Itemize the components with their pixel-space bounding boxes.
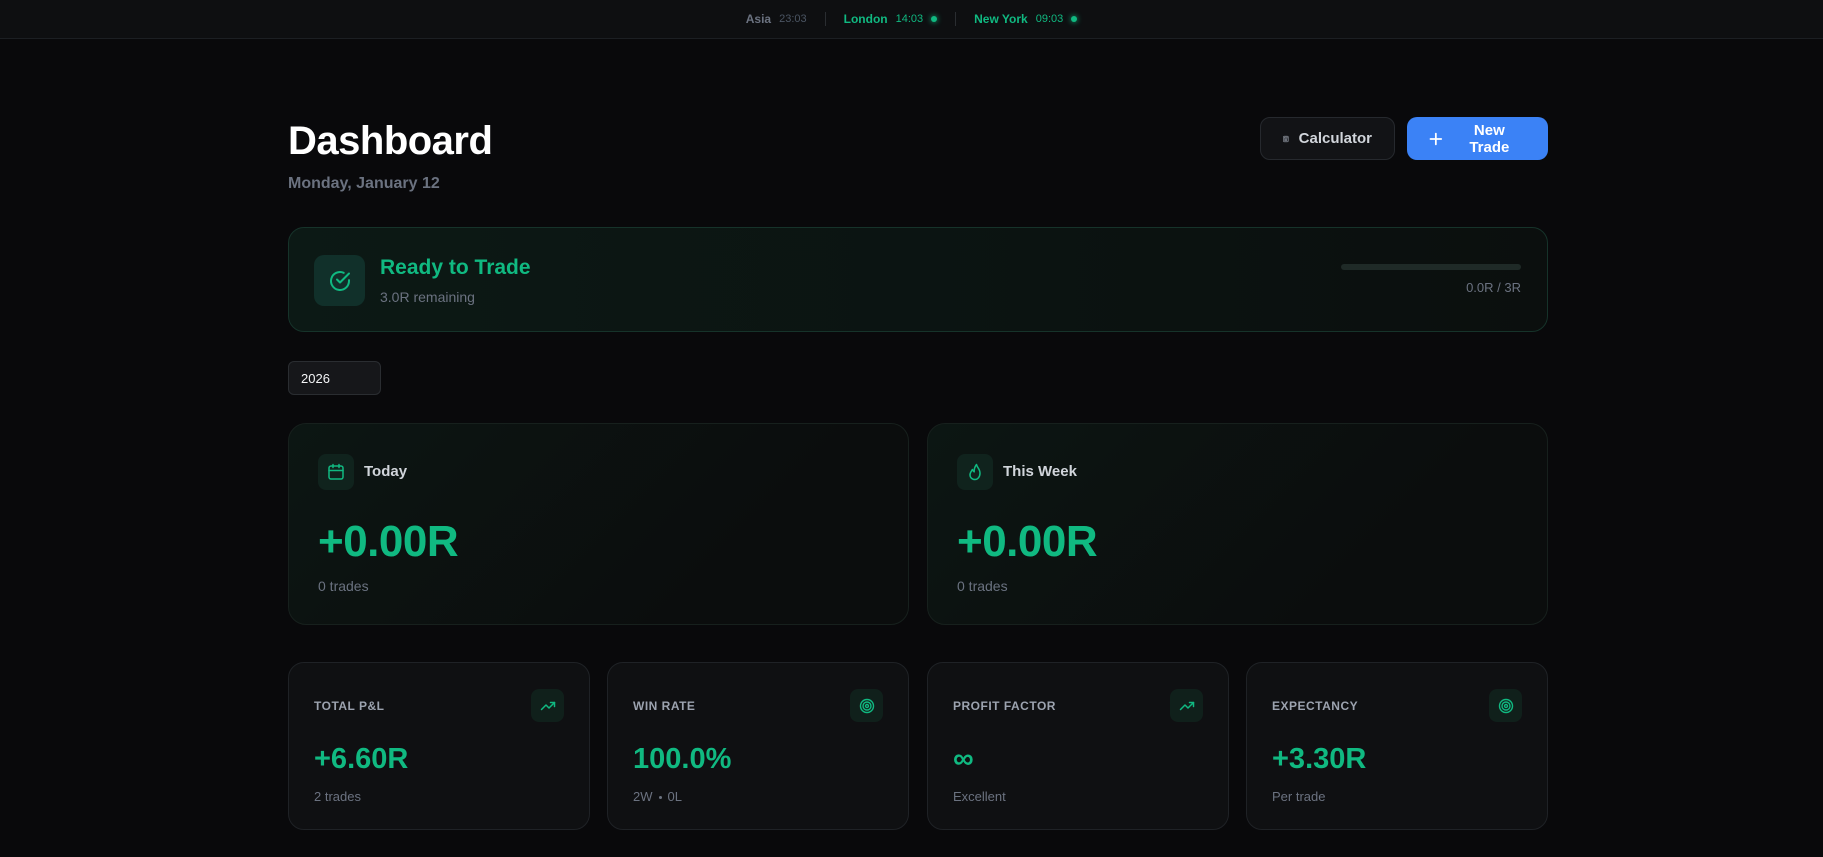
stat-value: ∞ <box>953 743 974 775</box>
target-icon <box>1498 698 1513 713</box>
risk-progress-bar <box>1341 264 1521 270</box>
trending-up-icon <box>540 701 555 710</box>
status-remaining: 3.0R remaining <box>380 289 475 305</box>
page-header: Dashboard Monday, January 12 Calculator <box>288 117 1548 207</box>
this-week-card: This Week +0.00R 0 trades <box>927 423 1548 625</box>
session-name: London <box>843 12 888 26</box>
stat-sub: Per trade <box>1272 789 1326 804</box>
stat-sub: Excellent <box>953 789 1006 804</box>
today-card: Today +0.00R 0 trades <box>288 423 909 625</box>
session-name: Asia <box>745 12 772 26</box>
win-rate-card: WIN RATE 100.0% 2W 0L <box>607 662 909 830</box>
risk-ratio: 0.0R / 3R <box>1466 280 1521 295</box>
expectancy-card: EXPECTANCY +3.30R Per trade <box>1246 662 1548 830</box>
losses-count: 0L <box>667 789 682 804</box>
stat-value: +6.60R <box>314 743 409 775</box>
stat-value: 100.0% <box>633 743 732 775</box>
check-circle-icon <box>329 270 350 291</box>
session-time: 23:03 <box>779 13 807 25</box>
stat-sub: 2 trades <box>314 789 361 804</box>
session-asia: Asia 23:03 <box>728 12 825 26</box>
session-name: New York <box>974 12 1028 26</box>
profit-factor-card: PROFIT FACTOR ∞ Excellent <box>927 662 1229 830</box>
stat-icon-wrap <box>531 689 564 722</box>
wins-count: 2W <box>633 789 653 804</box>
session-active-dot-icon <box>1071 16 1078 22</box>
stat-value: +3.30R <box>1272 743 1367 775</box>
period-icon-wrap <box>957 454 993 490</box>
year-select[interactable]: 2026 <box>288 361 381 395</box>
calculator-icon <box>1283 135 1289 142</box>
session-time: 09:03 <box>1035 13 1064 25</box>
today-value: +0.00R <box>318 517 459 566</box>
stat-sub: 2W 0L <box>633 789 682 804</box>
week-trades: 0 trades <box>957 578 1008 594</box>
page-date: Monday, January 12 <box>288 175 440 192</box>
stat-label: EXPECTANCY <box>1272 699 1359 713</box>
trading-status-card: Ready to Trade 3.0R remaining 0.0R / 3R <box>288 227 1548 332</box>
status-title: Ready to Trade <box>380 256 531 279</box>
calendar-icon <box>328 463 344 480</box>
total-pnl-card: TOTAL P&L +6.60R 2 trades <box>288 662 590 830</box>
flame-icon <box>969 463 981 481</box>
today-label: Today <box>364 463 408 480</box>
today-trades: 0 trades <box>318 578 369 594</box>
header-actions: Calculator New Trade <box>1260 117 1548 160</box>
calculator-button[interactable]: Calculator <box>1260 117 1395 160</box>
stat-icon-wrap <box>1489 689 1522 722</box>
period-icon-wrap <box>318 454 354 490</box>
stat-label: TOTAL P&L <box>314 699 385 713</box>
market-sessions-bar: Asia 23:03 London 14:03 New York 09:03 <box>0 0 1823 39</box>
session-active-dot-icon <box>931 16 938 22</box>
year-select-value: 2026 <box>301 370 330 386</box>
session-time: 14:03 <box>895 13 924 25</box>
plus-icon <box>1429 132 1443 145</box>
new-trade-button[interactable]: New Trade <box>1407 117 1548 160</box>
stat-icon-wrap <box>850 689 883 722</box>
stat-label: PROFIT FACTOR <box>953 699 1056 713</box>
trending-up-icon <box>1179 701 1194 710</box>
week-label: This Week <box>1003 463 1077 480</box>
session-london: London 14:03 <box>824 12 956 26</box>
new-trade-button-label: New Trade <box>1469 121 1510 156</box>
target-icon <box>859 698 874 713</box>
calculator-button-label: Calculator <box>1298 130 1372 147</box>
stat-icon-wrap <box>1170 689 1203 722</box>
week-value: +0.00R <box>957 517 1098 566</box>
separator-dot-icon <box>658 796 662 800</box>
stat-label: WIN RATE <box>633 699 696 713</box>
status-icon-wrap <box>314 255 365 306</box>
session-new-york: New York 09:03 <box>955 12 1095 26</box>
